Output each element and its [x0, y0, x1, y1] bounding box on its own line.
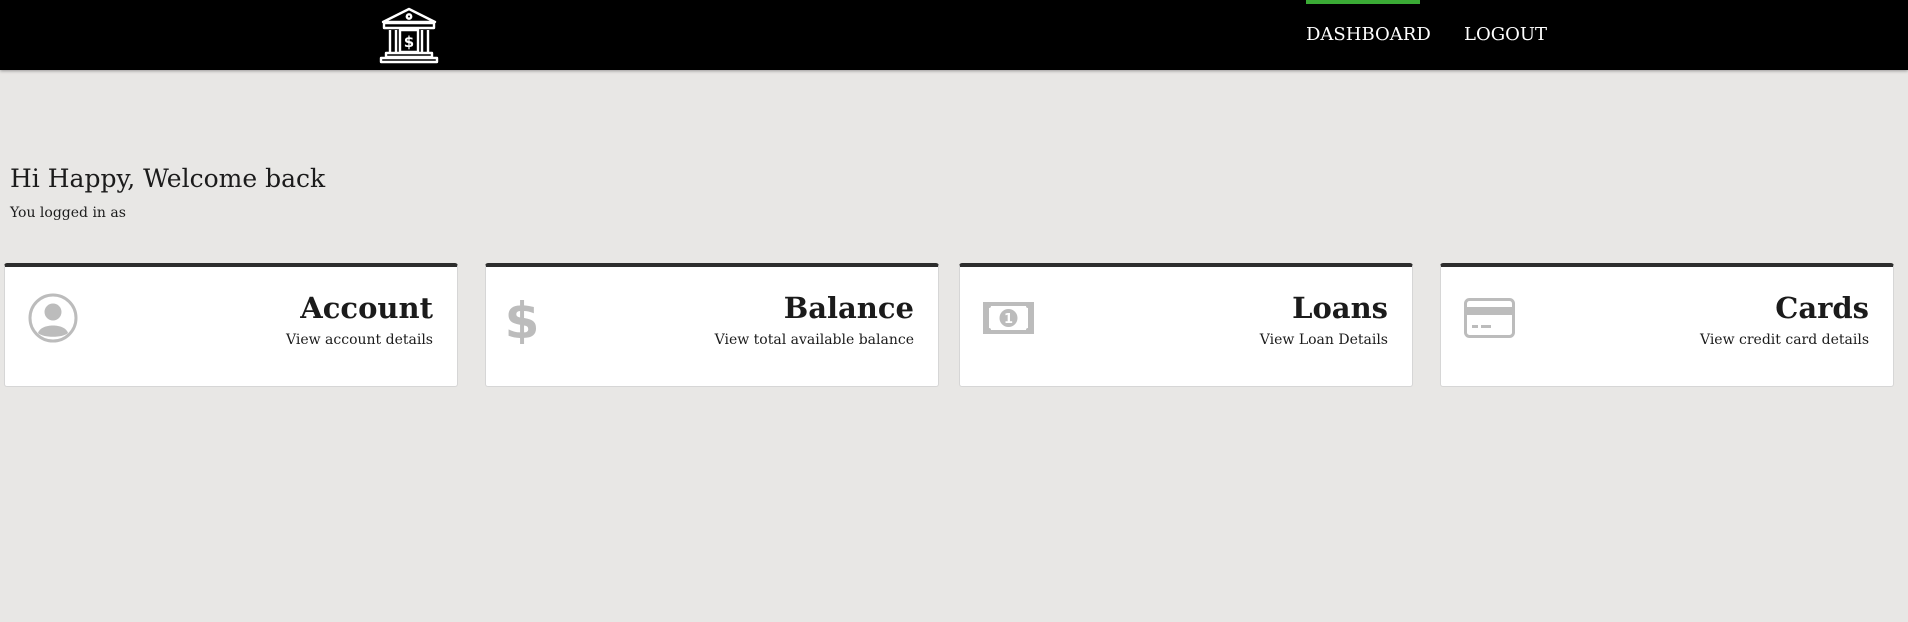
loans-card[interactable]: 1 Loans View Loan Details — [959, 263, 1413, 387]
svg-text:$: $ — [508, 292, 539, 344]
user-icon — [27, 292, 79, 344]
welcome-greeting: Hi Happy, Welcome back — [10, 164, 326, 193]
card-title: Cards — [1775, 291, 1869, 325]
money-bill-icon: 1 — [982, 292, 1034, 344]
card-title: Account — [300, 291, 433, 325]
cards-card[interactable]: Cards View credit card details — [1440, 263, 1894, 387]
bank-icon[interactable]: $ — [378, 6, 440, 64]
nav-dashboard[interactable]: DASHBOARD — [1306, 0, 1431, 70]
card-description: View total available balance — [714, 332, 914, 348]
account-card[interactable]: Account View account details — [4, 263, 458, 387]
credit-card-icon — [1463, 292, 1515, 344]
login-status-text: You logged in as — [10, 205, 126, 221]
dollar-icon: $ — [505, 292, 560, 350]
card-description: View credit card details — [1699, 332, 1869, 348]
balance-card[interactable]: $ Balance View total available balance — [485, 263, 939, 387]
card-description: View Loan Details — [1259, 332, 1388, 348]
svg-text:1: 1 — [1004, 312, 1013, 327]
card-title: Balance — [783, 291, 914, 325]
nav-logout[interactable]: LOGOUT — [1464, 0, 1547, 70]
top-navigation-bar: $ DASHBOARD LOGOUT — [0, 0, 1908, 70]
card-description: View account details — [286, 332, 433, 348]
svg-text:$: $ — [404, 33, 414, 51]
card-title: Loans — [1292, 291, 1388, 325]
